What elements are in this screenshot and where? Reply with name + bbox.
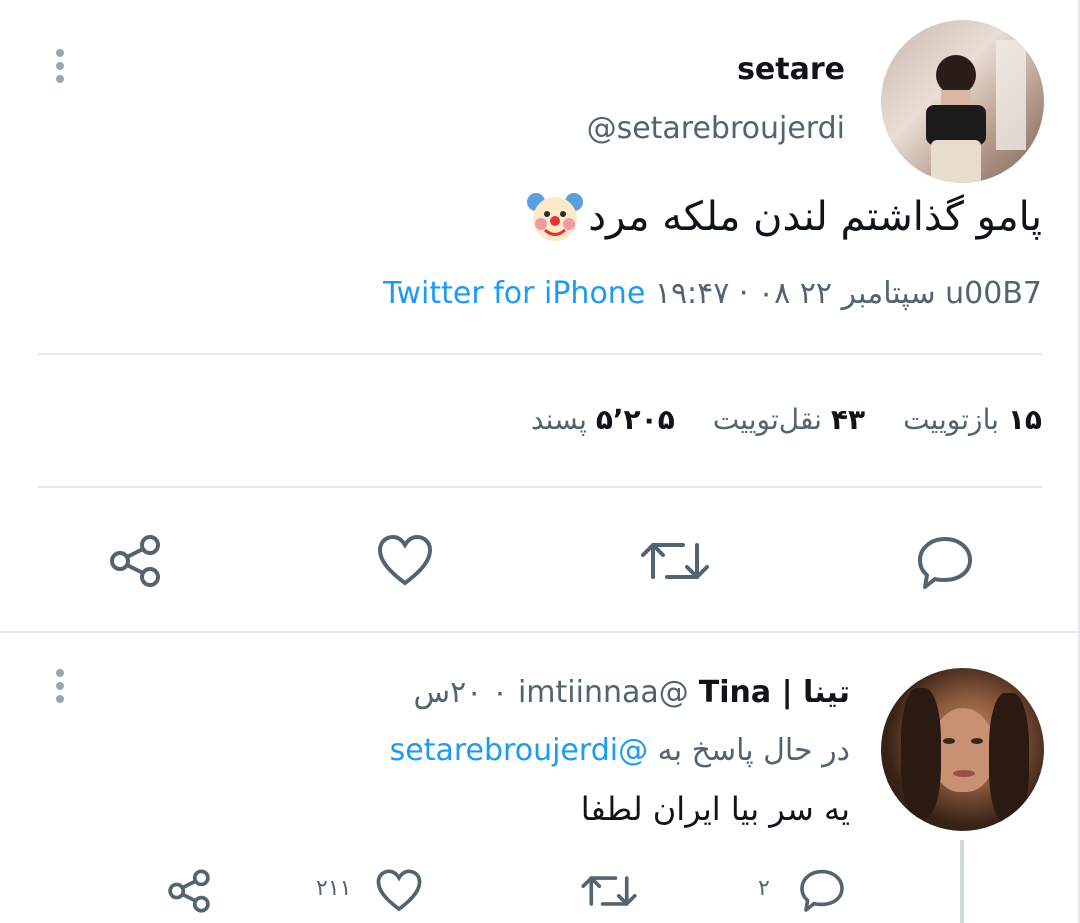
- tweet-stats: ۱۵ بازتوییت ۴۳ نقل‌توییت ۵٬۲۰۵ پسند: [531, 403, 1042, 436]
- replying-to-handle[interactable]: @setarebroujerdi: [390, 733, 648, 768]
- retweet-icon[interactable]: [580, 868, 638, 918]
- replying-to-label: در حال پاسخ به: [657, 733, 850, 768]
- reply-handle[interactable]: @imtiinnaa: [518, 675, 689, 710]
- reply-header: تینا | Tina @imtiinnaa ۰ ۲۰س: [413, 675, 850, 710]
- reply-icon[interactable]: [915, 533, 975, 595]
- divider: [38, 353, 1042, 355]
- reply-text: یه سر بیا ایران لطفا: [580, 790, 850, 828]
- reply-display-name[interactable]: تینا | Tina: [699, 675, 850, 710]
- avatar[interactable]: [881, 20, 1044, 183]
- retweet-icon[interactable]: [639, 533, 711, 593]
- tweet-text: پامو گذاشتم لندن ملکه مرد: [526, 188, 1042, 246]
- tweet-meta: Twitter for iPhone ۱۹:۴۷ · ۰۸ سپتامبر ۲۲…: [383, 276, 1042, 311]
- share-icon[interactable]: [107, 533, 163, 593]
- replying-to: در حال پاسخ به @setarebroujerdi: [390, 733, 850, 768]
- user-handle[interactable]: @setarebroujerdi: [587, 111, 845, 146]
- clown-face-icon: [526, 188, 584, 246]
- like-icon[interactable]: [375, 868, 423, 918]
- reply-icon[interactable]: [798, 866, 846, 918]
- tweet-source[interactable]: Twitter for iPhone: [383, 276, 645, 311]
- tweet-timestamp: ۱۹:۴۷ · ۰۸ سپتامبر ۲۲ u00B7: [654, 276, 1042, 311]
- divider: [38, 486, 1042, 488]
- quotes-stat[interactable]: ۴۳ نقل‌توییت: [713, 403, 865, 436]
- reply-reply-count: ۲: [758, 876, 770, 901]
- likes-stat[interactable]: ۵٬۲۰۵ پسند: [531, 403, 675, 436]
- share-icon[interactable]: [166, 868, 212, 918]
- display-name[interactable]: setare: [737, 52, 845, 87]
- tweet-separator: [0, 631, 1080, 633]
- reply-like-count: ۲۱۱: [316, 876, 352, 901]
- tweet-body: پامو گذاشتم لندن ملکه مرد: [588, 194, 1042, 240]
- reply-time: ۰ ۲۰س: [413, 675, 508, 710]
- more-options-icon[interactable]: [56, 49, 64, 83]
- more-options-icon[interactable]: [56, 669, 64, 703]
- like-icon[interactable]: [376, 533, 434, 593]
- retweets-stat[interactable]: ۱۵ بازتوییت: [903, 403, 1042, 436]
- thread-line: [960, 840, 964, 923]
- avatar[interactable]: [881, 668, 1044, 831]
